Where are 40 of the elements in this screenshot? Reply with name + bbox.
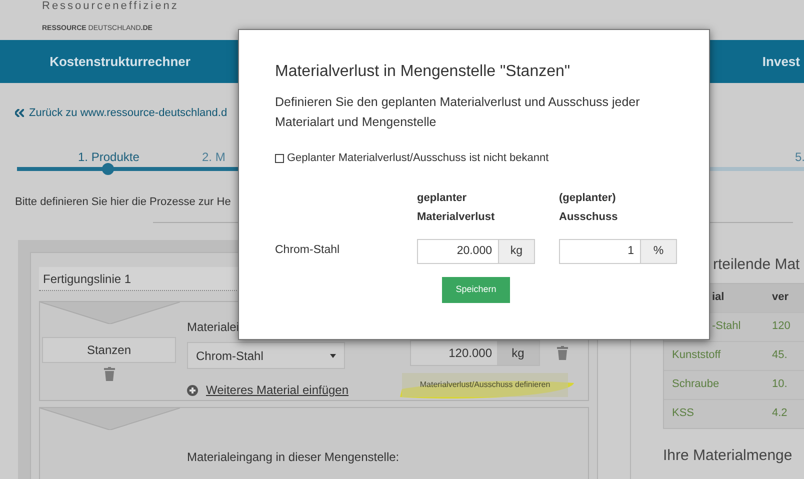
input-label: Materialeingang in dieser Mengenstelle:: [187, 449, 400, 466]
table-cell-text: Schraube: [671, 377, 720, 392]
column-header: ver: [771, 290, 789, 306]
modal-title: Materialverlust in Mengenstelle "Stanzen": [275, 62, 572, 82]
nav-tab[interactable]: Kostenstrukturrechner: [0, 52, 240, 72]
logo-title: Ressourceneffizienz: [42, 0, 180, 12]
input-label: Materialei: [187, 319, 240, 336]
material-label: Chrom-Stahl: [275, 243, 341, 258]
material-dropdown[interactable]: Chrom-Stahl: [187, 342, 345, 369]
table-cell-text: 45.: [771, 348, 788, 364]
trash-icon: [104, 367, 114, 381]
define-loss-button[interactable]: Materialverlust/Ausschuss definieren: [402, 373, 568, 397]
table-cell-text: Kunststoff: [671, 348, 722, 364]
station-name[interactable]: Stanzen: [42, 337, 176, 363]
column-header: (geplanter) Ausschuss: [559, 190, 619, 224]
table-cell-text: -Stahl: [711, 319, 742, 334]
section-title: rteilende Mat: [713, 255, 801, 275]
checkbox[interactable]: [275, 154, 284, 163]
plus-icon: [187, 384, 198, 396]
double-chevron-icon: [15, 109, 24, 118]
table-cell-text: 4.2: [771, 406, 788, 422]
add-material-link[interactable]: Weiteres Material einfügen: [206, 381, 349, 399]
table-cell-text: KSS: [671, 406, 696, 422]
intro-text: Bitte definieren Sie hier die Prozesse zur He: [15, 194, 231, 210]
column-header: geplanter Materialverlust: [417, 190, 496, 224]
section-title: Ihre Materialmenge: [663, 446, 794, 466]
step-label[interactable]: 2. M: [202, 148, 226, 166]
table-cell-text: 120: [771, 319, 790, 334]
save-button[interactable]: Speichern: [442, 276, 510, 302]
trash-icon: [557, 346, 568, 360]
column-header: ial: [711, 290, 726, 306]
nav-tab[interactable]: Invest: [762, 52, 804, 72]
back-link[interactable]: Zurück zu www.ressource-deutschland.d: [29, 105, 228, 122]
step-label[interactable]: 1. Produkte: [78, 148, 140, 166]
checkbox-label: Geplanter Materialverlust/Ausschuss ist nicht bekannt: [287, 151, 549, 166]
material-value: Chrom-Stahl: [196, 348, 264, 364]
modal-description: Definieren Sie den geplanten Materialverlust und Ausschuss jeder Materialart und Mengenstelle: [275, 94, 641, 131]
step-label[interactable]: 5.: [795, 148, 804, 166]
caret-icon: [330, 354, 336, 358]
table-cell-text: 10.: [771, 377, 788, 392]
